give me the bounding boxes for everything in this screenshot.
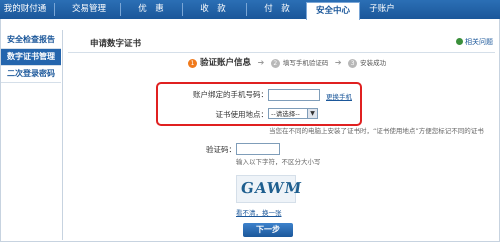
phone-label: 账户绑定的手机号码：: [193, 90, 268, 99]
refresh-captcha-link[interactable]: 看不清，换一张: [236, 207, 282, 217]
step-label: 填写手机验证码: [282, 59, 329, 67]
main-header: 申请数字证书 相关问题: [68, 34, 495, 53]
sidebar-item-digital-certificate[interactable]: 数字证书管理: [1, 49, 61, 66]
step-sms-code: 2 填写手机验证码: [270, 56, 329, 71]
sidebar: 安全检查报告 数字证书管理 二次登录密码: [1, 32, 61, 83]
nav-tab-discounts[interactable]: 优 惠: [124, 0, 178, 19]
help-icon: [456, 38, 463, 45]
nav-tab-receive[interactable]: 收 款: [184, 0, 242, 19]
phone-input[interactable]: [268, 89, 320, 101]
captcha-label: 验证码：: [206, 145, 236, 154]
captcha-image: GAWM: [236, 175, 303, 203]
arrow-right-icon: ➔: [334, 58, 342, 68]
location-select[interactable]: --请选择-- ▼: [268, 108, 318, 119]
help-link-label: 相关问题: [465, 38, 493, 46]
nav-tab-trade-management[interactable]: 交易管理: [62, 0, 116, 19]
step-install-success: 3 安装成功: [348, 56, 386, 71]
nav-tab-pay[interactable]: 付 款: [250, 0, 304, 19]
sidebar-item-security-report[interactable]: 安全检查报告: [1, 32, 61, 49]
nav-divider: [182, 3, 183, 16]
change-phone-link[interactable]: 更换手机: [326, 91, 352, 101]
step-verify-account: 1 验证账户信息: [188, 56, 251, 71]
nav-tab-my-tenpay[interactable]: 我的财付通: [0, 0, 50, 19]
nav-divider: [54, 3, 55, 16]
nav-divider: [120, 3, 121, 16]
nav-divider: [246, 3, 247, 16]
step-label: 安装成功: [360, 59, 387, 67]
location-note: 当您在不同的电脑上安装了证书时，“证书使用地点”方便您标记不同的证书: [269, 127, 484, 135]
page-title: 申请数字证书: [90, 39, 142, 49]
chevron-down-icon[interactable]: ▼: [307, 109, 317, 118]
step-number: 1: [188, 58, 197, 68]
sidebar-item-second-login-password[interactable]: 二次登录密码: [1, 66, 61, 83]
nav-tab-security-center[interactable]: 安全中心: [306, 2, 360, 20]
captcha-text: GAWM: [239, 179, 304, 197]
sidebar-divider: [62, 30, 63, 240]
top-nav: 我的财付通 交易管理 优 惠 收 款 付 款 安全中心 子账户: [0, 0, 500, 20]
location-label: 证书使用地点：: [215, 110, 269, 119]
progress-steps: 1 验证账户信息 ➔ 2 填写手机验证码 ➔ 3 安装成功: [188, 56, 386, 70]
next-button[interactable]: 下一步: [243, 223, 293, 237]
captcha-input[interactable]: [236, 143, 280, 155]
arrow-right-icon: ➔: [257, 58, 265, 68]
location-select-value: --请选择--: [271, 110, 300, 118]
nav-tab-sub-account[interactable]: 子账户: [362, 0, 402, 19]
step-number: 3: [348, 58, 358, 68]
step-number: 2: [270, 58, 280, 68]
step-label: 验证账户信息: [200, 58, 252, 68]
captcha-hint: 输入以下字符，不区分大小写: [236, 158, 321, 166]
help-link[interactable]: 相关问题: [456, 37, 493, 47]
